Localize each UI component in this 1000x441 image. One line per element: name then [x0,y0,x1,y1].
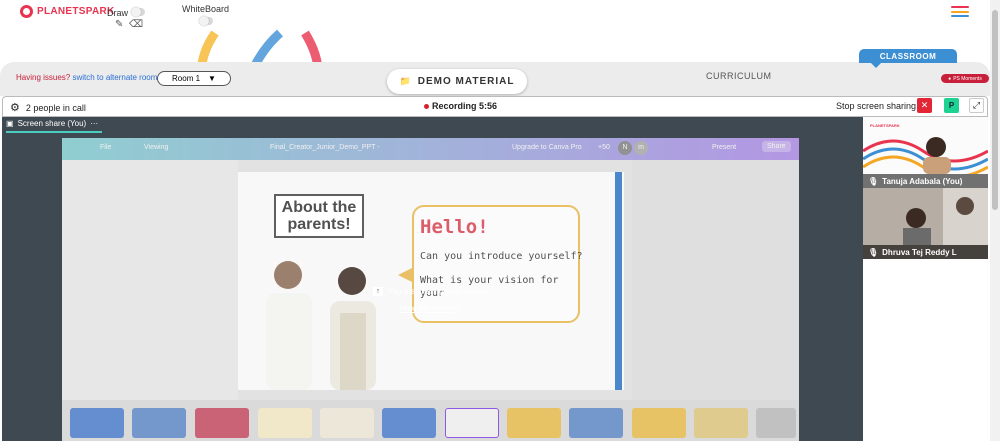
classroom-pointer [871,63,881,68]
recording-dot-icon [424,103,429,109]
participant-tile-you[interactable]: PLANETSPARK 🎙 Tanuja Adabala (You) [863,117,988,188]
logo-text: PLANETSPARK [37,6,115,17]
eraser-icon[interactable]: ⌫ [129,19,143,30]
folder-icon: 📁 [399,76,412,86]
sharing-overlay [2,117,863,441]
call-bar: ⚙ 2 people in call Recording 5:56 Stop s… [2,96,988,117]
remote-video-frame [863,188,988,245]
top-bar: PLANETSPARK Draw ✎ ⌫ WhiteBoard [0,0,990,62]
screen-share-stage: ▣ Screen share (You) ··· File Viewing Fi… [2,117,863,441]
switch-room-link[interactable]: switch to alternate room [72,73,157,82]
menu-icon[interactable] [951,6,969,17]
expand-icon[interactable]: ⤢ [969,98,984,113]
participant-name-bar: 🎙 Dhruva Tej Reddy L [863,245,988,259]
participant-name: Tanuja Adabala (You) [882,176,963,186]
people-count: ⚙ 2 people in call [10,101,86,114]
tile-background-art [863,137,988,174]
pencil-icon[interactable]: ✎ [115,19,123,30]
hide-overlay-link[interactable]: Hide this overlay [400,304,459,313]
app-page: PLANETSPARK Draw ✎ ⌫ WhiteBoard Having i… [0,0,1000,441]
planetspark-logo[interactable]: PLANETSPARK [20,5,115,18]
participant-name: Dhruva Tej Reddy L [882,247,957,257]
tab-demo-material[interactable]: 📁 DEMO MATERIAL [387,69,527,94]
recording-indicator: Recording 5:56 [424,101,497,111]
sharing-notice-text: You are sharing your screen [388,287,488,296]
people-count-text: 2 people in call [25,102,86,113]
whiteboard-label: WhiteBoard [182,4,230,14]
ps-moments-button[interactable]: ● PS Moments [941,74,989,83]
issue-text: Having issues? [16,73,71,82]
tab-curriculum[interactable]: CURRICULUM [706,71,772,81]
caret-down-icon: ▼ [208,74,216,83]
microphone-icon: 🎙 [868,247,879,257]
recording-text: Recording 5:56 [432,101,498,111]
tab-demo-material-label: DEMO MATERIAL [417,76,515,87]
draw-label: Draw [107,8,129,18]
room-label: Room 1 [172,74,201,83]
scrollbar-thumb[interactable] [992,10,998,210]
upload-screen-icon: ↑ [373,287,383,296]
p-badge-button[interactable]: P [944,98,959,113]
stop-sharing-button[interactable]: ✕ [917,98,932,113]
camera-icon: ● [948,75,952,82]
stop-screen-sharing-label: Stop screen sharing [836,101,917,111]
sharing-notice: ↑ You are sharing your screen [373,287,488,296]
participant-tile-remote[interactable]: 🎙 Dhruva Tej Reddy L [863,188,988,259]
participant-name-bar: 🎙 Tanuja Adabala (You) [863,174,988,188]
close-icon: ✕ [920,100,929,110]
room-select[interactable]: Room 1 ▼ [157,71,231,86]
draw-toggle[interactable] [131,7,145,17]
participants-empty-area [863,259,988,441]
microphone-icon: 🎙 [868,176,879,186]
whiteboard-toggle[interactable] [199,16,213,26]
gear-icon[interactable]: ⚙ [10,101,20,114]
tab-classroom[interactable]: CLASSROOM [859,49,957,63]
issue-notice: Having issues? switch to alternate room [16,73,157,82]
logo-icon [20,5,33,18]
planetspark-mini-logo: PLANETSPARK [870,123,900,128]
ps-moments-label: PS Moments [953,75,982,82]
